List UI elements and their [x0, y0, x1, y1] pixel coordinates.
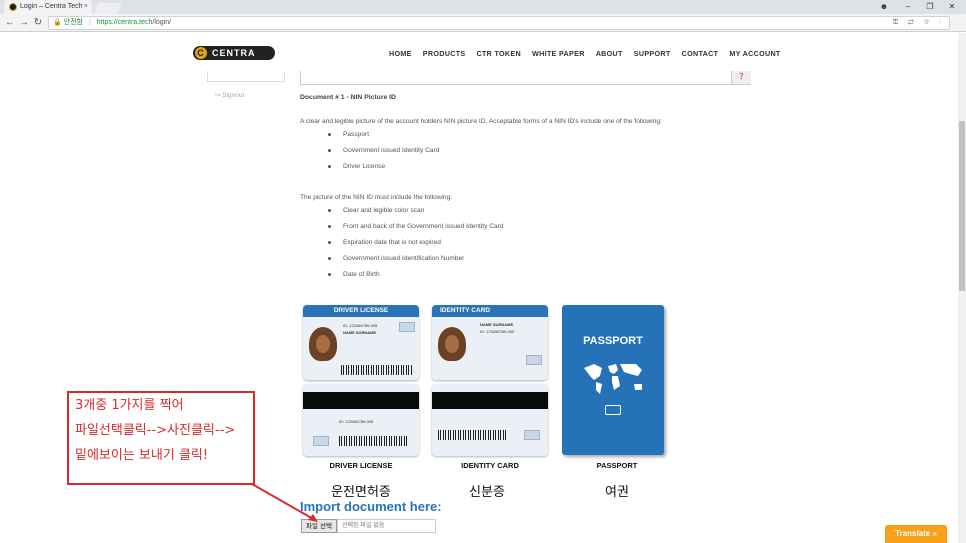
- translate-button[interactable]: Translate »: [885, 525, 947, 543]
- account-sidebar: ↪ Signout: [207, 71, 285, 111]
- nav-support[interactable]: SUPPORT: [634, 49, 671, 58]
- passport-title: PASSPORT: [583, 335, 643, 347]
- callout-line: 밑에보이는 보내기 클릭!: [75, 448, 209, 463]
- hologram-icon: [524, 430, 540, 440]
- card-id-number: ID: 123456789-005: [339, 419, 374, 424]
- callout-line: 파일선택클릭-->사진클릭-->: [75, 423, 236, 438]
- hologram-icon: [399, 322, 415, 332]
- card-id-number: ID: 123456789-005: [343, 323, 378, 328]
- portrait-image: [438, 327, 466, 361]
- acceptable-forms-list: Passport Government issued Identity Card…: [328, 130, 439, 178]
- card-header: IDENTITY CARD: [432, 305, 548, 317]
- world-map-icon: [584, 364, 642, 394]
- instruction-callout: 3개중 1가지를 찍어 파일선택클릭-->사진클릭--> 밑에보이는 보내기 클…: [67, 391, 255, 485]
- barcode-image: [438, 430, 508, 440]
- nav-products[interactable]: PRODUCTS: [423, 49, 466, 58]
- passport-chip-icon: [605, 405, 621, 415]
- signout-link[interactable]: ↪ Signout: [215, 91, 244, 99]
- help-icon[interactable]: ❓: [731, 71, 751, 84]
- site-header: C CENTRA HOME PRODUCTS CTR TOKEN WHITE P…: [0, 33, 958, 71]
- minimize-button[interactable]: –: [896, 0, 920, 14]
- hologram-icon: [313, 436, 329, 446]
- caption-identity-card: IDENTITY CARD: [461, 461, 519, 470]
- address-bar[interactable]: 🔒 안전함 | https://centra.tech/login/ ⚿ ⇄ ☆…: [48, 16, 950, 30]
- favicon-icon: [9, 3, 17, 11]
- centra-logo[interactable]: C CENTRA: [193, 46, 275, 60]
- identity-card-front-image: IDENTITY CARD NAME SURNAME ID: 123456789…: [432, 305, 548, 380]
- list-item: Passport: [328, 130, 439, 146]
- page-scrollbar[interactable]: [958, 33, 966, 543]
- identity-card-back-image: [432, 384, 548, 456]
- previous-field[interactable]: ❓: [300, 71, 751, 85]
- reload-icon[interactable]: ↻: [32, 16, 44, 30]
- list-item: Date of Birth: [328, 270, 504, 286]
- intro-text: A clear and legible picture of the accou…: [300, 118, 662, 125]
- sidebar-menu-box: [207, 71, 285, 82]
- card-name: NAME SURNAME: [480, 322, 514, 327]
- caption-passport: PASSPORT: [596, 461, 638, 470]
- callout-line: 3개중 1가지를 찍어: [75, 398, 184, 413]
- omnibox-action-icons[interactable]: ⚿ ⇄ ☆ ⋮: [893, 17, 945, 29]
- nav-about[interactable]: ABOUT: [596, 49, 623, 58]
- korean-caption-identity: 신분증: [469, 485, 505, 500]
- magnetic-stripe: [303, 392, 419, 409]
- nav-home[interactable]: HOME: [389, 49, 412, 58]
- hologram-icon: [526, 355, 542, 365]
- new-tab-button[interactable]: [93, 3, 123, 14]
- barcode-image: [339, 436, 409, 446]
- url-path: /login/: [152, 19, 172, 26]
- nav-ctr-token[interactable]: CTR TOKEN: [477, 49, 522, 58]
- card-id-number: ID: 123456789-005: [480, 329, 515, 334]
- driver-license-front-image: DRIVER LICENSE ID: 123456789-005 NAME SU…: [303, 305, 419, 380]
- scrollbar-thumb[interactable]: [959, 121, 965, 291]
- secure-label: 안전함: [63, 19, 83, 26]
- passport-image: PASSPORT: [562, 305, 664, 455]
- close-window-button[interactable]: ✕: [940, 0, 964, 14]
- list-item: Expiration date that is not expired: [328, 238, 504, 254]
- magnetic-stripe: [432, 392, 548, 409]
- nav-my-account[interactable]: MY ACCOUNT: [729, 49, 780, 58]
- document-title: Document # 1 - NIN Picture ID: [300, 94, 396, 101]
- korean-caption-driver: 운전면허증: [331, 485, 391, 500]
- profile-icon[interactable]: ☻: [872, 0, 896, 14]
- choose-file-button[interactable]: 파일 선택: [301, 519, 337, 533]
- browser-tab[interactable]: Login – Centra Tech ×: [4, 0, 92, 14]
- list-item: Government issued Identity Card: [328, 146, 439, 162]
- tab-strip: Login – Centra Tech × ☻ – ❐ ✕: [0, 0, 966, 14]
- list-item: Government issued Identification Number: [328, 254, 504, 270]
- list-item: Driver License: [328, 162, 439, 178]
- barcode-image: [341, 365, 413, 375]
- nav-contact[interactable]: CONTACT: [682, 49, 719, 58]
- driver-license-back-image: ID: 123456789-005: [303, 384, 419, 456]
- list-item: Clear and legible color scan: [328, 206, 504, 222]
- caption-driver-license: DRIVER LICENSE: [329, 461, 393, 470]
- card-name: NAME SURNAME: [343, 330, 377, 335]
- restore-button[interactable]: ❐: [918, 0, 942, 14]
- logo-text: CENTRA: [212, 48, 256, 58]
- tab-title: Login – Centra Tech: [20, 3, 83, 10]
- main-nav: HOME PRODUCTS CTR TOKEN WHITE PAPER ABOU…: [389, 49, 781, 58]
- file-name-field: 선택된 파일 없음: [337, 519, 436, 533]
- card-header: DRIVER LICENSE: [303, 305, 419, 317]
- korean-caption-passport: 여권: [605, 485, 629, 500]
- lock-icon: 🔒: [53, 19, 62, 26]
- logo-mark-icon: C: [195, 47, 207, 59]
- portrait-image: [309, 327, 337, 361]
- import-title: Import document here:: [300, 499, 442, 514]
- back-icon[interactable]: ←: [4, 16, 16, 30]
- list-item: Front and back of the Government issued …: [328, 222, 504, 238]
- browser-toolbar: ← → ↻ 🔒 안전함 | https://centra.tech/login/…: [0, 14, 966, 32]
- url-host: https://centra.tech: [96, 19, 153, 26]
- tab-close-icon[interactable]: ×: [84, 0, 88, 14]
- forward-icon[interactable]: →: [18, 16, 30, 30]
- nav-white-paper[interactable]: WHITE PAPER: [532, 49, 585, 58]
- url-separator: |: [88, 19, 91, 26]
- requirements-list: Clear and legible color scan Front and b…: [328, 206, 504, 286]
- requirements-intro: The picture of the NIN ID must include t…: [300, 194, 453, 201]
